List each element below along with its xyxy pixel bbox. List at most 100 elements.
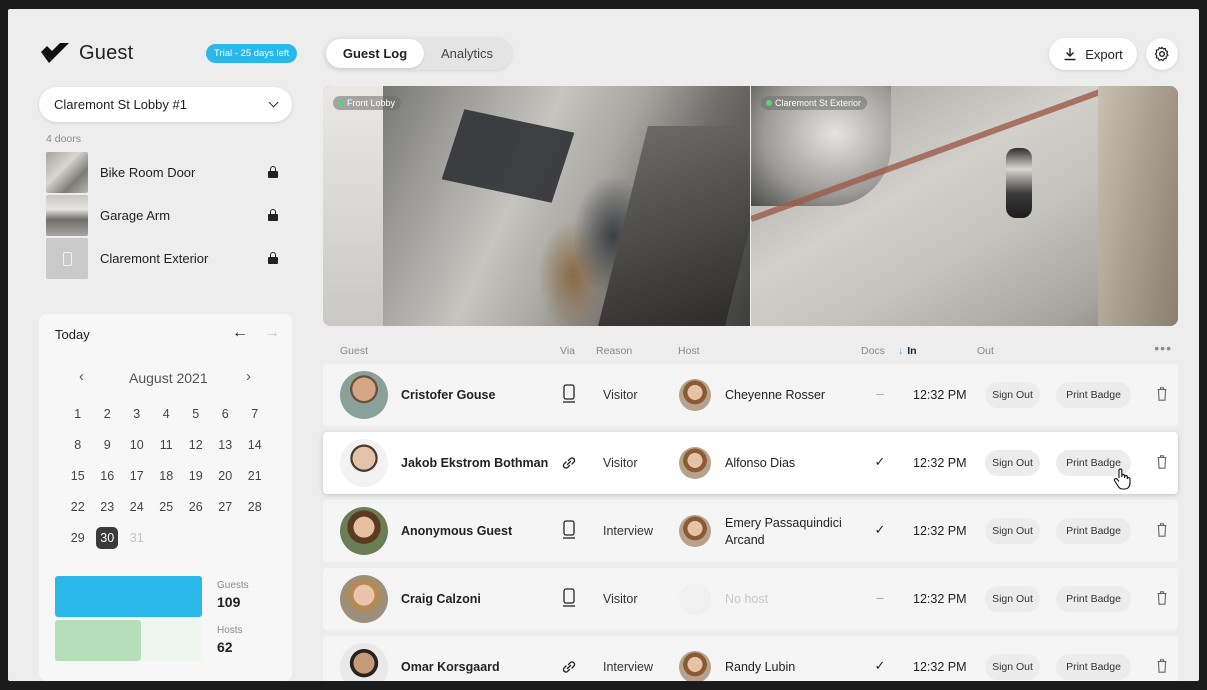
column-out[interactable]: Out [977, 345, 994, 357]
guest-name: Craig Calzoni [401, 592, 481, 606]
month-prev-icon[interactable]: ‹ [79, 368, 84, 385]
arrow-right-icon[interactable]: → [264, 324, 280, 342]
month-label: August 2021 [129, 370, 208, 386]
sign-out-button[interactable]: Sign Out [985, 518, 1040, 544]
camera-scene-counter [598, 126, 750, 326]
hosts-bar [55, 620, 141, 661]
door-item-claremont-exterior[interactable]: Claremont Exterior [46, 237, 292, 280]
more-icon[interactable]: ••• [1154, 340, 1172, 356]
export-label: Export [1085, 46, 1123, 62]
calendar-day[interactable]: 26 [181, 496, 211, 518]
trash-icon[interactable] [1157, 387, 1167, 401]
calendar-day[interactable]: 28 [240, 496, 270, 518]
tab-analytics[interactable]: Analytics [424, 39, 510, 68]
calendar-week: 29 30 31 [63, 522, 273, 553]
calendar-day[interactable]: 27 [211, 496, 241, 518]
host-name-placeholder[interactable]: No host [725, 592, 768, 606]
trash-icon[interactable] [1157, 591, 1167, 605]
column-guest[interactable]: Guest [340, 345, 368, 357]
calendar-day[interactable]: 12 [181, 434, 211, 456]
calendar-day[interactable]: 13 [211, 434, 241, 456]
sign-out-button[interactable]: Sign Out [985, 382, 1040, 408]
calendar-day[interactable]: 20 [211, 465, 241, 487]
calendar-day[interactable]: 19 [181, 465, 211, 487]
calendar-day[interactable]: 2 [93, 403, 123, 425]
calendar-day[interactable]: 25 [152, 496, 182, 518]
check-icon: ✓ [874, 522, 886, 537]
table-row[interactable]: Omar Korsgaard Interview Randy Lubin ✓ 1… [323, 636, 1178, 681]
camera-feed-front-lobby[interactable]: Front Lobby [323, 86, 750, 326]
print-badge-button[interactable]: Print Badge [1056, 654, 1131, 680]
lock-icon[interactable] [268, 252, 278, 264]
location-select[interactable]: Claremont St Lobby #1 [39, 87, 292, 122]
calendar-day[interactable]: 14 [240, 434, 270, 456]
avatar [340, 371, 388, 419]
host-name-line1: Emery Passaquindici [725, 516, 842, 530]
calendar-day-selected[interactable]: 30 [96, 526, 119, 549]
link-icon [562, 457, 576, 469]
month-next-icon[interactable]: › [246, 368, 251, 385]
calendar-day[interactable]: 8 [63, 434, 93, 456]
calendar-day[interactable]: 5 [181, 403, 211, 425]
column-in[interactable]: ↓ In [898, 345, 917, 357]
calendar-day[interactable]: 24 [122, 496, 152, 518]
camera-scene-building [1098, 86, 1178, 326]
table-row[interactable]: Anonymous Guest Interview Emery Passaqui… [323, 500, 1178, 562]
guest-name: Anonymous Guest [401, 524, 513, 538]
lock-icon[interactable] [268, 209, 278, 221]
calendar-day[interactable]: 29 [63, 527, 93, 549]
calendar-day[interactable]: 23 [93, 496, 123, 518]
calendar-day[interactable]: 22 [63, 496, 93, 518]
door-name: Garage Arm [100, 208, 171, 223]
time-in: 12:32 PM [913, 524, 967, 538]
table-row[interactable]: Craig Calzoni Visitor No host – 12:32 PM… [323, 568, 1178, 630]
calendar-day[interactable]: 4 [152, 403, 182, 425]
column-reason[interactable]: Reason [596, 345, 632, 357]
door-thumbnail [46, 152, 88, 193]
sign-out-button[interactable]: Sign Out [985, 654, 1040, 680]
arrow-left-icon[interactable]: ← [232, 324, 248, 342]
reason: Interview [603, 524, 654, 538]
settings-button[interactable] [1146, 38, 1178, 70]
calendar-day[interactable]: 18 [152, 465, 182, 487]
avatar [340, 439, 388, 487]
camera-scene-person [1006, 148, 1032, 218]
print-badge-button[interactable]: Print Badge [1056, 382, 1131, 408]
trial-badge[interactable]: Trial - 25 days left [206, 44, 298, 63]
guest-name: Jakob Ekstrom Bothman [401, 456, 549, 470]
tab-guest-log[interactable]: Guest Log [326, 39, 424, 68]
trash-icon[interactable] [1157, 523, 1167, 537]
check-icon: ✓ [874, 658, 886, 673]
door-item-bike-room[interactable]: Bike Room Door [46, 151, 292, 194]
calendar-day[interactable]: 21 [240, 465, 270, 487]
calendar-day[interactable]: 1 [63, 403, 93, 425]
calendar-day[interactable]: 9 [93, 434, 123, 456]
table-row[interactable]: Jakob Ekstrom Bothman Visitor Alfonso Di… [323, 432, 1178, 494]
column-via[interactable]: Via [560, 345, 575, 357]
print-badge-button[interactable]: Print Badge [1056, 586, 1131, 612]
calendar-card: Today ← → ‹ August 2021 › 1 2 3 4 5 6 7 … [39, 314, 292, 681]
trash-icon[interactable] [1157, 659, 1167, 673]
trash-icon[interactable] [1157, 455, 1167, 469]
lock-icon[interactable] [268, 166, 278, 178]
sign-out-button[interactable]: Sign Out [985, 450, 1040, 476]
column-host[interactable]: Host [678, 345, 700, 357]
column-docs[interactable]: Docs [861, 345, 885, 357]
door-item-garage-arm[interactable]: Garage Arm [46, 194, 292, 237]
calendar-day[interactable]: 11 [152, 434, 182, 456]
camera-feed-claremont-exterior[interactable]: Claremont St Exterior [751, 86, 1178, 326]
calendar-day[interactable]: 17 [122, 465, 152, 487]
calendar-week: 8 9 10 11 12 13 14 [63, 429, 273, 460]
calendar-day[interactable]: 7 [240, 403, 270, 425]
calendar-day[interactable]: 16 [93, 465, 123, 487]
hosts-value: 62 [217, 639, 233, 655]
sign-out-button[interactable]: Sign Out [985, 586, 1040, 612]
export-button[interactable]: Export [1049, 38, 1137, 70]
calendar-day[interactable]: 15 [63, 465, 93, 487]
print-badge-button[interactable]: Print Badge [1056, 518, 1131, 544]
calendar-day[interactable]: 3 [122, 403, 152, 425]
calendar-day[interactable]: 10 [122, 434, 152, 456]
table-row[interactable]: Cristofer Gouse Visitor Cheyenne Rosser … [323, 364, 1178, 426]
calendar-day[interactable]: 6 [211, 403, 241, 425]
link-icon [562, 661, 576, 673]
